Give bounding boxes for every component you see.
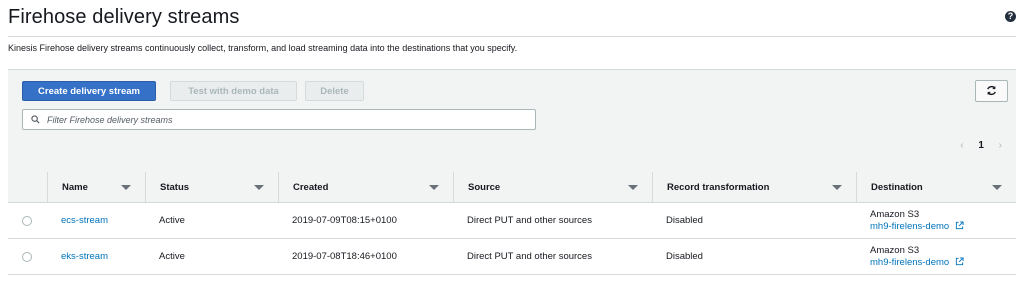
column-header-label: Name xyxy=(62,182,88,193)
cell-status: Active xyxy=(159,251,185,262)
page-number[interactable]: 1 xyxy=(978,140,984,151)
cell-record-transformation: Disabled xyxy=(666,251,703,262)
search-icon xyxy=(31,115,40,124)
external-link-icon xyxy=(955,257,964,266)
cell-created: 2019-07-08T18:46+0100 xyxy=(292,251,397,262)
create-delivery-stream-button[interactable]: Create delivery stream xyxy=(22,81,156,101)
sort-caret-icon xyxy=(121,185,131,190)
column-header-label: Record transformation xyxy=(667,182,770,193)
cell-created: 2019-07-09T08:15+0100 xyxy=(292,215,397,226)
previous-page-button[interactable]: ‹ xyxy=(960,140,963,151)
cell-destination: Amazon S3 mh9-firelens-demo xyxy=(856,239,964,275)
destination-type: Amazon S3 xyxy=(870,209,920,220)
sort-caret-icon xyxy=(254,185,264,190)
cell-source: Direct PUT and other sources xyxy=(467,215,592,226)
sort-caret-icon xyxy=(992,185,1002,190)
page-description: Kinesis Firehose delivery streams contin… xyxy=(8,43,518,53)
row-select-radio[interactable] xyxy=(22,252,32,262)
column-header-status[interactable]: Status xyxy=(145,172,278,203)
cell-record-transformation: Disabled xyxy=(666,215,703,226)
refresh-button[interactable] xyxy=(975,80,1008,102)
page-title: Firehose delivery streams xyxy=(8,6,240,28)
column-header-source[interactable]: Source xyxy=(453,172,652,203)
pagination: ‹ 1 › xyxy=(948,140,1002,154)
column-header-created[interactable]: Created xyxy=(278,172,453,203)
sort-caret-icon xyxy=(628,185,638,190)
destination-link[interactable]: mh9-firelens-demo xyxy=(870,221,949,232)
page-header: Firehose delivery streams ? xyxy=(8,0,1016,37)
cell-name: ecs-stream xyxy=(47,203,108,239)
next-page-button[interactable]: › xyxy=(999,140,1002,151)
table-row[interactable]: ecs-stream Active 2019-07-09T08:15+0100 … xyxy=(8,203,1016,239)
column-header-destination[interactable]: Destination xyxy=(856,172,1016,203)
sort-caret-icon xyxy=(429,185,439,190)
sort-caret-icon xyxy=(832,185,842,190)
cell-destination: Amazon S3 mh9-firelens-demo xyxy=(856,203,964,239)
filter-input[interactable] xyxy=(47,112,527,127)
column-header-label: Source xyxy=(468,182,501,193)
external-link-icon xyxy=(955,221,964,230)
filter-field[interactable] xyxy=(22,109,536,130)
refresh-icon xyxy=(987,85,996,96)
destination-link[interactable]: mh9-firelens-demo xyxy=(870,257,949,268)
column-header-name[interactable]: Name xyxy=(47,172,145,203)
cell-status: Active xyxy=(159,215,185,226)
streams-panel: Create delivery stream Test with demo da… xyxy=(8,70,1016,275)
column-header-record-transformation[interactable]: Record transformation xyxy=(652,172,856,203)
stream-name-link[interactable]: ecs-stream xyxy=(61,215,108,226)
cell-source: Direct PUT and other sources xyxy=(467,251,592,262)
destination-type: Amazon S3 xyxy=(870,245,920,256)
cell-name: eks-stream xyxy=(47,239,108,275)
row-select-radio[interactable] xyxy=(22,216,32,226)
column-header-label: Status xyxy=(160,182,190,193)
test-with-demo-data-button[interactable]: Test with demo data xyxy=(170,81,297,101)
table-header: Name Status Created Source Record transf… xyxy=(8,172,1016,203)
stream-name-link[interactable]: eks-stream xyxy=(61,251,108,262)
help-icon[interactable]: ? xyxy=(1005,11,1016,22)
column-header-label: Created xyxy=(293,182,329,193)
delete-button[interactable]: Delete xyxy=(305,81,364,101)
column-header-label: Destination xyxy=(871,182,923,193)
table-row[interactable]: eks-stream Active 2019-07-08T18:46+0100 … xyxy=(8,239,1016,275)
